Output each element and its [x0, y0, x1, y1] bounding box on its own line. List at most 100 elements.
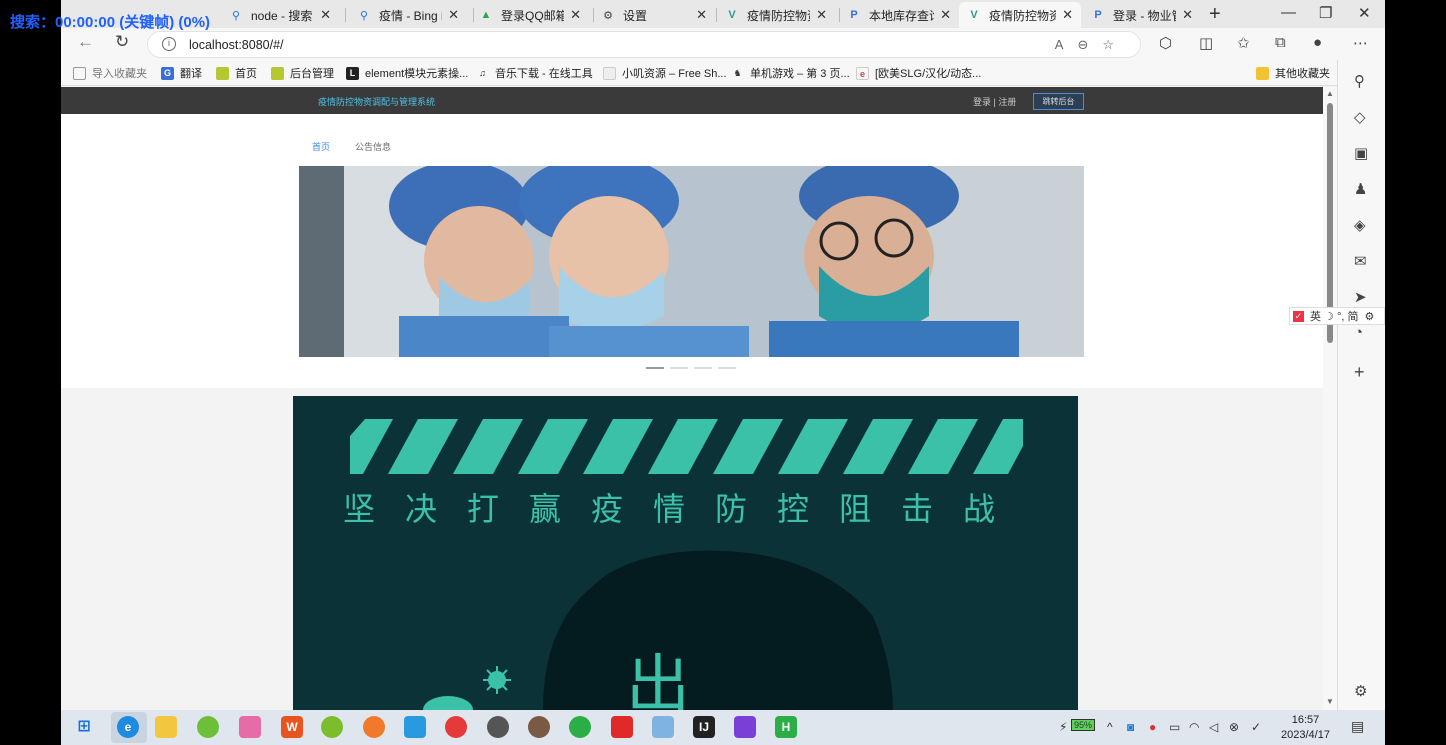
- battery-indicator[interactable]: 95%: [1071, 719, 1096, 731]
- tab-qq-mail[interactable]: ▲ 登录QQ邮箱 ✕: [471, 2, 589, 28]
- favorites-icon[interactable]: ✩: [1237, 34, 1250, 52]
- app-orange-icon[interactable]: [363, 716, 385, 738]
- send-icon[interactable]: ➤: [1354, 288, 1367, 306]
- power-icon[interactable]: ⚡: [1059, 720, 1067, 734]
- notification-icon[interactable]: ◔: [1354, 324, 1363, 341]
- volume-icon[interactable]: ◁: [1209, 720, 1218, 734]
- carousel-dot[interactable]: [670, 367, 688, 369]
- tag-icon[interactable]: ◇: [1354, 108, 1366, 126]
- app-red-icon[interactable]: [611, 716, 633, 738]
- toolbox-icon[interactable]: ▣: [1354, 144, 1368, 162]
- close-icon[interactable]: ✕: [320, 7, 331, 23]
- nav-tab-notices[interactable]: 公告信息: [355, 140, 391, 153]
- address-bar[interactable]: i localhost:8080/#/ A⊖☆: [147, 31, 1141, 58]
- tab-node-search[interactable]: ⚲ node - 搜索 ✕: [221, 2, 339, 28]
- site-title[interactable]: 疫情防控物资调配与管理系统: [318, 95, 435, 108]
- app-pink-icon[interactable]: [239, 716, 261, 738]
- notification-center-icon[interactable]: ▤: [1351, 718, 1364, 735]
- tab-local-inventory[interactable]: P 本地库存查询 ✕: [839, 2, 959, 28]
- split-screen-icon[interactable]: ◫: [1199, 34, 1213, 52]
- favorite-add-icon[interactable]: ☆: [1102, 37, 1128, 52]
- close-window-icon[interactable]: ✕: [1358, 4, 1371, 22]
- collections-icon[interactable]: ⧉: [1275, 34, 1286, 51]
- chevron-up-icon[interactable]: ^: [1107, 720, 1113, 734]
- refresh-icon[interactable]: ↻: [115, 32, 129, 52]
- nav-tab-home[interactable]: 首页: [312, 140, 331, 169]
- intellij-icon[interactable]: IJ: [693, 716, 715, 738]
- tab-bing-images[interactable]: ⚲ 疫情 - Bing im ✕: [349, 2, 467, 28]
- tab-epidemic-system-active[interactable]: V 疫情防控物资 ✕: [959, 2, 1081, 28]
- app-lightblue-icon[interactable]: [652, 716, 674, 738]
- bookmark-games[interactable]: ♞ 单机游戏 – 第 3 页...: [731, 65, 849, 81]
- carousel-dot[interactable]: [718, 367, 736, 369]
- close-icon[interactable]: ✕: [940, 7, 951, 23]
- close-icon[interactable]: ✕: [570, 7, 581, 23]
- ime-mode-label[interactable]: 英 ☽ °, 简: [1310, 308, 1359, 324]
- hbuilder-icon[interactable]: H: [775, 716, 797, 738]
- search-icon[interactable]: ⚲: [1354, 72, 1365, 90]
- tab-settings[interactable]: ⚙ 设置 ✕: [593, 2, 715, 28]
- app-avatar-icon[interactable]: [528, 716, 550, 738]
- banner-carousel[interactable]: [299, 166, 1084, 357]
- close-icon[interactable]: ✕: [696, 7, 707, 23]
- new-tab-button[interactable]: +: [1209, 3, 1221, 26]
- restore-icon[interactable]: ❐: [1319, 4, 1332, 22]
- file-explorer-icon[interactable]: [155, 716, 177, 738]
- system-clock[interactable]: 16:57 2023/4/17: [1281, 713, 1330, 743]
- app-gear-icon[interactable]: [487, 716, 509, 738]
- gear-icon[interactable]: ⚙: [1354, 682, 1367, 700]
- visual-studio-icon[interactable]: [734, 716, 756, 738]
- url-text[interactable]: localhost:8080/#/: [189, 38, 284, 52]
- pen-icon[interactable]: ✓: [1251, 720, 1261, 734]
- close-icon[interactable]: ✕: [1062, 7, 1073, 23]
- bookmark-slg[interactable]: e [欧美SLG/汉化/动态...: [856, 65, 981, 81]
- minimize-icon[interactable]: —: [1281, 4, 1296, 21]
- scroll-up-icon[interactable]: ▲: [1326, 89, 1334, 98]
- tray-app-icon[interactable]: ◙: [1127, 720, 1134, 734]
- app-green-icon[interactable]: [197, 716, 219, 738]
- tray-close-icon[interactable]: ⊗: [1229, 720, 1239, 734]
- bookmark-music[interactable]: ♫ 音乐下载 - 在线工具: [476, 65, 593, 81]
- bookmark-translate[interactable]: G 翻译: [161, 65, 202, 81]
- bookmark-admin[interactable]: 后台管理: [271, 65, 334, 81]
- games-icon[interactable]: ♟: [1354, 180, 1367, 198]
- add-icon[interactable]: +: [1354, 362, 1365, 383]
- app-blue-icon[interactable]: [404, 716, 426, 738]
- netease-music-icon[interactable]: [445, 716, 467, 738]
- tab-epidemic-system-1[interactable]: V 疫情防控物资 ✕: [717, 2, 835, 28]
- info-icon[interactable]: i: [162, 37, 176, 51]
- wps-icon[interactable]: W: [281, 716, 303, 738]
- login-register-link[interactable]: 登录 | 注册: [973, 95, 1016, 108]
- outlook-icon[interactable]: ✉: [1354, 252, 1367, 270]
- tray-app-red-icon[interactable]: ●: [1149, 720, 1156, 734]
- admin-button[interactable]: 跳转后台: [1033, 93, 1084, 110]
- extensions-icon[interactable]: ⬡: [1159, 34, 1172, 52]
- more-menu-icon[interactable]: ⋯: [1353, 34, 1368, 52]
- keyboard-icon[interactable]: ▭: [1169, 720, 1180, 734]
- carousel-dot[interactable]: [694, 367, 712, 369]
- office-icon[interactable]: ◈: [1354, 216, 1366, 234]
- app-green-round-icon[interactable]: [321, 716, 343, 738]
- page-scrollbar[interactable]: ▲ ▼: [1323, 87, 1337, 710]
- close-icon[interactable]: ✕: [816, 7, 827, 23]
- ime-toolbar[interactable]: ✓ 英 ☽ °, 简 ⚙: [1289, 307, 1385, 325]
- close-icon[interactable]: ✕: [1182, 7, 1193, 23]
- wechat-icon[interactable]: [569, 716, 591, 738]
- bookmark-import[interactable]: 导入收藏夹: [73, 65, 147, 81]
- bookmark-element[interactable]: Lelement模块元素操...: [346, 65, 468, 81]
- back-icon[interactable]: ←: [77, 32, 94, 52]
- windows-start-icon[interactable]: ⊞: [73, 716, 95, 738]
- edge-icon[interactable]: e: [117, 716, 139, 738]
- ime-settings-icon[interactable]: ⚙: [1365, 310, 1375, 323]
- zoom-icon[interactable]: ⊖: [1077, 37, 1102, 52]
- tab-property-login[interactable]: P 登录 - 物业管 ✕: [1083, 2, 1201, 28]
- read-aloud-icon[interactable]: A: [1055, 37, 1078, 52]
- bookmark-home[interactable]: 首页: [216, 65, 257, 81]
- wifi-icon[interactable]: ◠: [1189, 720, 1199, 734]
- bookmark-xiaoji[interactable]: 小叽资源 – Free Sh...: [603, 65, 727, 81]
- carousel-dot[interactable]: [646, 367, 664, 369]
- bookmark-other[interactable]: 其他收藏夹: [1256, 65, 1330, 81]
- close-icon[interactable]: ✕: [448, 7, 459, 23]
- profile-icon[interactable]: ●: [1313, 34, 1322, 51]
- scroll-down-icon[interactable]: ▼: [1326, 697, 1334, 706]
